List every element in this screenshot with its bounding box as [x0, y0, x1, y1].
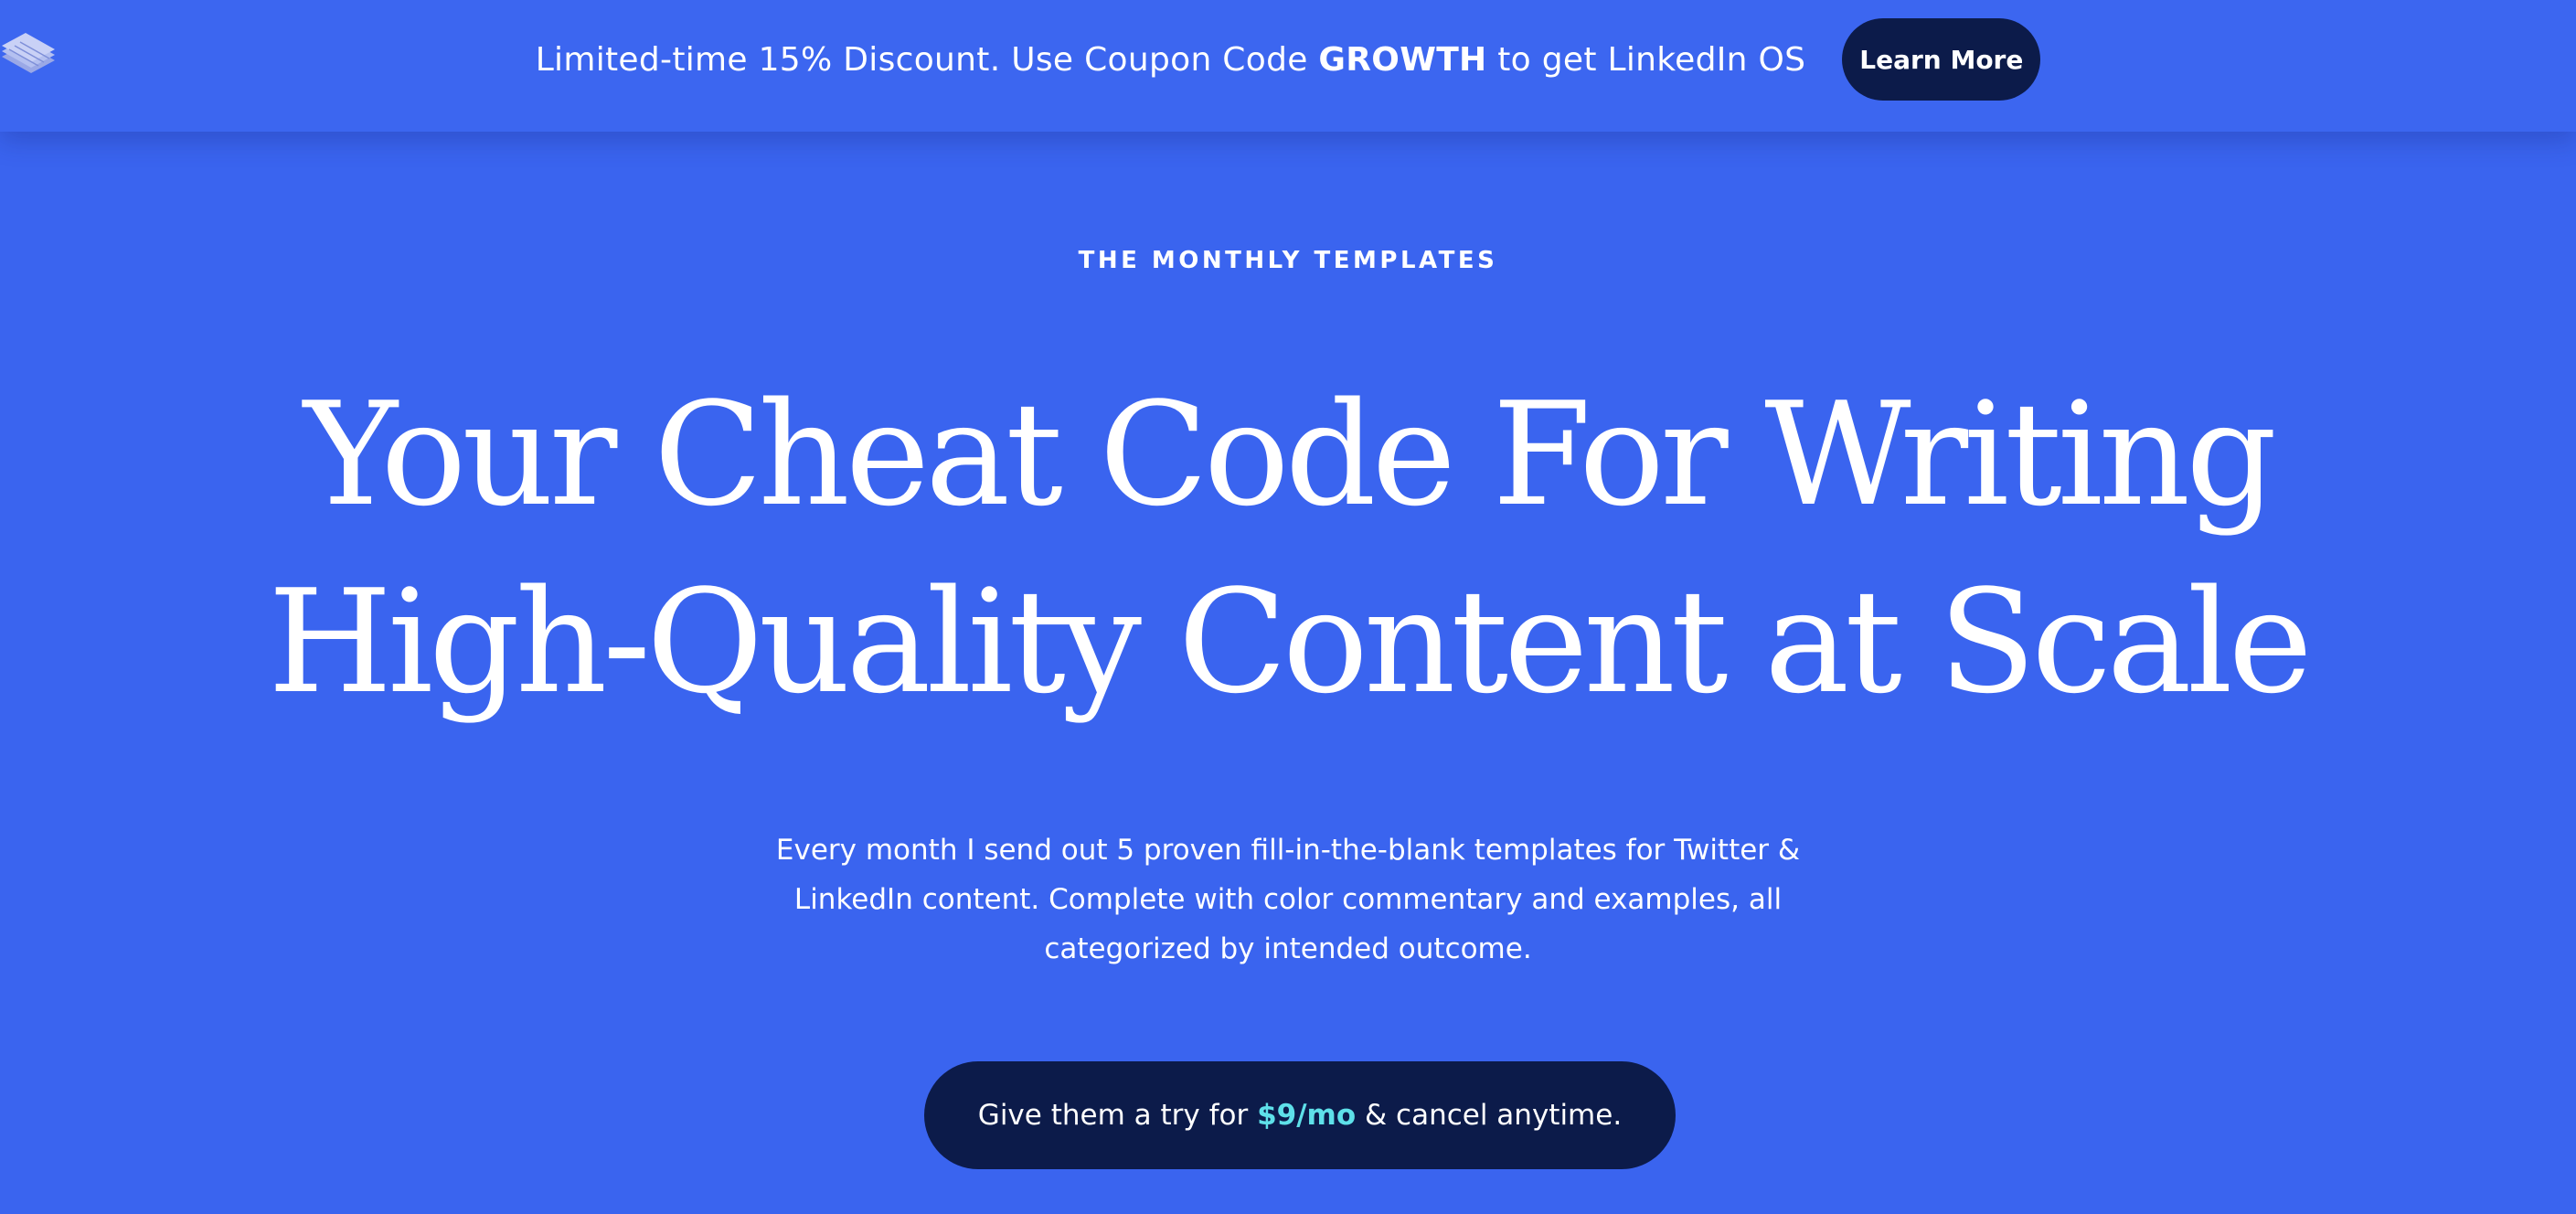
promo-banner: Limited-time 15% Discount. Use Coupon Co… [0, 0, 2576, 132]
cta-text-after: & cancel anytime. [1365, 1099, 1623, 1132]
discount-text-before: Limited-time 15% Discount. Use Coupon Co… [535, 40, 1319, 79]
coupon-code: GROWTH [1318, 40, 1487, 79]
try-cta-button[interactable]: Give them a try for $9/mo & cancel anyti… [924, 1061, 1676, 1169]
cta-price: $9/mo [1257, 1099, 1357, 1132]
hero-description: Every month I send out 5 proven fill-in-… [775, 834, 1801, 965]
cta-text-before: Give them a try for [977, 1099, 1249, 1132]
hero-eyebrow: THE MONTHLY TEMPLATES [1078, 247, 1498, 274]
headline-line-2: High-Quality Content at Scale [268, 559, 2313, 725]
headline-line-1: Your Cheat Code For Writing [303, 371, 2277, 538]
banner-content: Limited-time 15% Discount. Use Coupon Co… [0, 17, 2576, 101]
discount-message: Limited-time 15% Discount. Use Coupon Co… [536, 41, 1806, 79]
hero-headline: Your Cheat Code For Writing High-Quality… [0, 361, 2576, 736]
discount-text-after: to get LinkedIn OS [1486, 40, 1806, 79]
learn-more-button[interactable]: Learn More [1842, 18, 2041, 101]
